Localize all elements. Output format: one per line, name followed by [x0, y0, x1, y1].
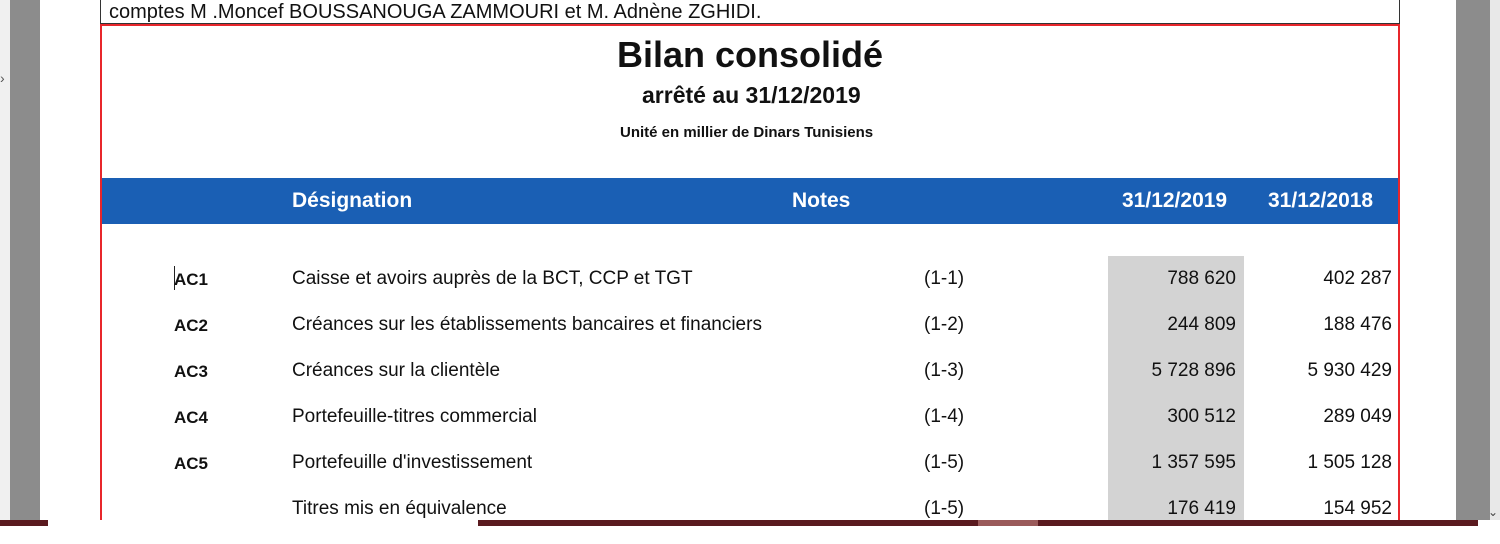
table-row: AC1 Caisse et avoirs auprès de la BCT, C…	[102, 260, 1398, 300]
unit-note: Unité en millier de Dinars Tunisiens	[620, 124, 874, 141]
row-value-2019: 244 809	[1167, 314, 1236, 335]
previous-paragraph-box: comptes M .Moncef BOUSSANOUGA ZAMMOURI e…	[100, 0, 1400, 24]
header-notes: Notes	[792, 189, 851, 212]
page-subtitle: arrêté au 31/12/2019	[642, 82, 861, 108]
table-header: Désignation Notes 31/12/2019 31/12/2018	[102, 178, 1398, 224]
row-code: AC5	[174, 454, 209, 473]
row-value-2019: 1 357 595	[1151, 452, 1236, 473]
taskbar-segment	[0, 520, 48, 526]
row-label: Portefeuille d'investissement	[292, 452, 533, 473]
table-row: Titres mis en équivalence (1-5) 176 419 …	[102, 490, 1398, 520]
row-value-2018: 154 952	[1323, 498, 1392, 519]
row-value-2018: 5 930 429	[1307, 360, 1392, 381]
row-label: Titres mis en équivalence	[292, 498, 507, 519]
row-value-2019: 300 512	[1167, 406, 1236, 427]
row-value-2018: 402 287	[1323, 268, 1392, 289]
row-code: AC2	[174, 316, 209, 335]
row-note: (1-1)	[924, 268, 965, 289]
balance-sheet-frame: Bilan consolidé arrêté au 31/12/2019 Uni…	[100, 24, 1400, 520]
taskbar-segment	[478, 520, 978, 526]
row-note: (1-3)	[924, 360, 965, 381]
row-code: AC3	[174, 362, 209, 381]
right-gutter	[1456, 0, 1490, 520]
scroll-down-chevron-icon[interactable]: ⌄	[1488, 505, 1498, 519]
row-value-2019: 788 620	[1167, 268, 1236, 289]
row-note: (1-5)	[924, 452, 965, 473]
table-row: AC4 Portefeuille-titres commercial (1-4)…	[102, 398, 1398, 438]
taskbar-segment	[978, 520, 1038, 526]
previous-paragraph-text: comptes M .Moncef BOUSSANOUGA ZAMMOURI e…	[109, 1, 762, 23]
table-row: AC5 Portefeuille d'investissement (1-5) …	[102, 444, 1398, 484]
row-value-2018: 188 476	[1323, 314, 1392, 335]
row-note: (1-5)	[924, 498, 965, 519]
header-year-2019: 31/12/2019	[1122, 189, 1228, 212]
taskbar-segment	[1038, 520, 1478, 526]
row-label: Caisse et avoirs auprès de la BCT, CCP e…	[292, 268, 693, 289]
row-value-2019: 5 728 896	[1151, 360, 1236, 381]
page-title: Bilan consolidé	[616, 34, 884, 75]
header-year-2018: 31/12/2018	[1268, 189, 1374, 212]
header-designation: Désignation	[292, 189, 413, 212]
row-note: (1-2)	[924, 314, 965, 335]
row-value-2018: 1 505 128	[1307, 452, 1392, 473]
row-note: (1-4)	[924, 406, 965, 427]
left-caret-icon: ›	[0, 70, 5, 86]
row-value-2018: 289 049	[1323, 406, 1392, 427]
row-label: Portefeuille-titres commercial	[292, 406, 537, 427]
table-row: AC3 Créances sur la clientèle (1-3) 5 72…	[102, 352, 1398, 392]
vertical-scrollbar[interactable]	[1490, 0, 1500, 520]
row-label: Créances sur les établissements bancaire…	[292, 314, 762, 335]
table-row: AC2 Créances sur les établissements banc…	[102, 306, 1398, 346]
row-code: AC1	[174, 270, 209, 289]
row-value-2019: 176 419	[1167, 498, 1236, 519]
row-label: Créances sur la clientèle	[292, 360, 501, 381]
row-code: AC4	[174, 408, 209, 427]
